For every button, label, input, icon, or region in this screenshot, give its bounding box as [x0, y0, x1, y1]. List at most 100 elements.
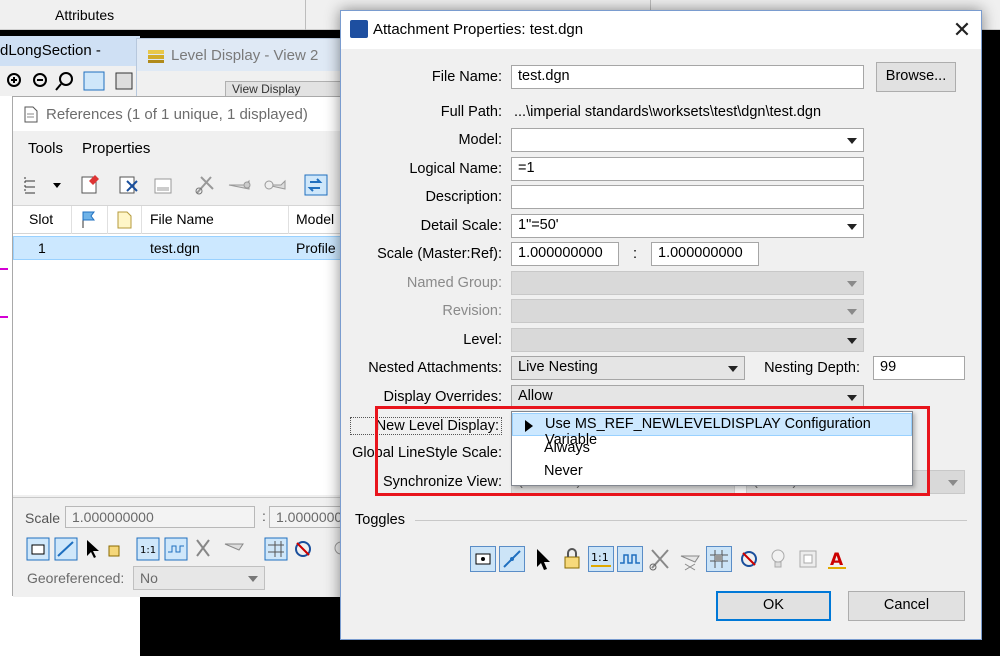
- divider: [305, 0, 306, 30]
- layers-icon: [148, 50, 164, 63]
- logical-name-field[interactable]: =1: [511, 157, 864, 181]
- detail-scale-label: Detail Scale:: [420, 218, 502, 234]
- chevron-down-icon: [847, 281, 857, 287]
- reference-toggles-icons[interactable]: 1:1: [25, 536, 351, 564]
- model-label: Model:: [458, 132, 502, 148]
- menu-properties[interactable]: Properties: [82, 140, 150, 157]
- references-title: References (1 of 1 unique, 1 displayed): [46, 106, 308, 123]
- divider: [107, 206, 108, 234]
- display-toggle[interactable]: [470, 546, 496, 572]
- zoom-tools-icons[interactable]: [4, 70, 134, 92]
- delete-clip-icon[interactable]: [261, 173, 289, 197]
- level-display-titlebar: Level Display - View 2: [137, 39, 347, 71]
- scale-label: Scale: [25, 510, 61, 526]
- locate-toggle[interactable]: [529, 546, 555, 572]
- text-style-icon[interactable]: A: [824, 546, 850, 572]
- nesting-depth-field[interactable]: 99: [873, 356, 965, 380]
- level-label: Level:: [463, 332, 502, 348]
- table-row[interactable]: 1 test.dgn Profile: [13, 236, 343, 260]
- model-select[interactable]: [511, 128, 864, 152]
- display-overrides-label: Display Overrides:: [383, 389, 502, 405]
- reload-reference-icon[interactable]: [151, 173, 177, 197]
- nested-attachments-select[interactable]: Live Nesting: [511, 356, 745, 380]
- close-icon[interactable]: ✕: [947, 17, 977, 45]
- scale-ref-field[interactable]: 1.000000000: [651, 242, 759, 266]
- magenta-mark: [0, 268, 8, 270]
- clip-front-icon[interactable]: [677, 546, 703, 572]
- true-scale-toggle[interactable]: 1:1: [588, 546, 614, 572]
- nested-attachments-value: Live Nesting: [518, 359, 598, 375]
- lock-icon[interactable]: [559, 546, 585, 572]
- description-label: Description:: [425, 189, 502, 205]
- no-display-icon[interactable]: [736, 546, 762, 572]
- chevron-down-icon: [248, 576, 258, 582]
- named-group-label: Named Group:: [406, 275, 502, 291]
- level-display-window: Level Display - View 2 View Display: [136, 38, 347, 99]
- clip-boundary-icon[interactable]: [193, 173, 219, 197]
- divider: [415, 520, 967, 521]
- row-model: Profile: [296, 240, 336, 256]
- divider: [71, 206, 72, 234]
- display-overrides-value: Allow: [518, 388, 553, 404]
- svg-text:1:1: 1:1: [140, 545, 156, 556]
- menu-tools[interactable]: Tools: [28, 140, 63, 157]
- exchange-icon[interactable]: [303, 173, 329, 197]
- file-icon: [117, 211, 132, 229]
- detail-scale-select[interactable]: 1"=50': [511, 214, 864, 238]
- divider: [141, 206, 142, 234]
- chevron-down-icon: [728, 366, 738, 372]
- references-titlebar: References (1 of 1 unique, 1 displayed): [13, 97, 343, 131]
- col-slot[interactable]: Slot: [29, 211, 53, 227]
- row-file-name: test.dgn: [150, 240, 200, 256]
- long-section-title: dLongSection -: [0, 42, 101, 59]
- detach-reference-icon[interactable]: [117, 173, 143, 197]
- svg-text:1:1: 1:1: [591, 551, 609, 564]
- file-name-field[interactable]: test.dgn: [511, 65, 864, 89]
- logical-name-label: Logical Name:: [409, 161, 502, 177]
- chevron-down-icon: [847, 138, 857, 144]
- georeferenced-value: No: [140, 570, 158, 586]
- scale-master-field[interactable]: 1.000000000: [65, 506, 255, 528]
- detail-scale-value: 1"=50': [518, 217, 559, 233]
- long-section-titlebar: dLongSection -: [0, 36, 140, 66]
- tree-list-icon[interactable]: [21, 173, 71, 197]
- app-icon: [350, 20, 368, 38]
- nested-attachments-label: Nested Attachments:: [368, 360, 502, 376]
- ok-button[interactable]: OK: [716, 591, 831, 621]
- scale-ref-field[interactable]: 1.000000000: [269, 506, 349, 528]
- col-file-name[interactable]: File Name: [150, 211, 214, 227]
- georeferenced-select[interactable]: No: [133, 566, 265, 590]
- level-select[interactable]: [511, 328, 864, 352]
- chevron-down-icon: [847, 338, 857, 344]
- clip-mask-icon[interactable]: [227, 173, 255, 197]
- clip-back-icon[interactable]: [647, 546, 673, 572]
- chevron-down-icon: [948, 480, 958, 486]
- col-model[interactable]: Model: [296, 211, 334, 227]
- attach-reference-icon[interactable]: [79, 173, 105, 197]
- description-field[interactable]: [511, 185, 864, 209]
- references-bottom-panel: Scale 1.000000000 : 1.000000000 1:1 Geor…: [13, 497, 349, 597]
- named-group-select[interactable]: [511, 271, 864, 295]
- linestyle-toggle[interactable]: [617, 546, 643, 572]
- toggles-label: Toggles: [355, 512, 405, 528]
- references-window: References (1 of 1 unique, 1 displayed) …: [12, 96, 349, 597]
- annotation-scale-icon[interactable]: [795, 546, 821, 572]
- revision-label: Revision:: [442, 303, 502, 319]
- nesting-depth-label: Nesting Depth:: [764, 360, 860, 376]
- snap-toggle[interactable]: [499, 546, 525, 572]
- browse-button[interactable]: Browse...: [876, 62, 956, 92]
- grid-header: Slot File Name Model: [13, 206, 343, 234]
- chevron-down-icon: [847, 309, 857, 315]
- scale-colon: :: [262, 508, 266, 524]
- divider: [288, 206, 289, 234]
- grid-toggle[interactable]: [706, 546, 732, 572]
- revision-select[interactable]: [511, 299, 864, 323]
- full-path-value: ...\imperial standards\worksets\test\dgn…: [514, 104, 822, 120]
- dialog-titlebar: Attachment Properties: test.dgn ✕: [341, 11, 981, 49]
- row-slot: 1: [38, 240, 46, 256]
- cancel-button[interactable]: Cancel: [848, 591, 965, 621]
- file-name-label: File Name:: [431, 69, 502, 85]
- scale-master-field[interactable]: 1.000000000: [511, 242, 619, 266]
- view-toolbar: [0, 66, 140, 96]
- lightbulb-icon[interactable]: [765, 546, 791, 572]
